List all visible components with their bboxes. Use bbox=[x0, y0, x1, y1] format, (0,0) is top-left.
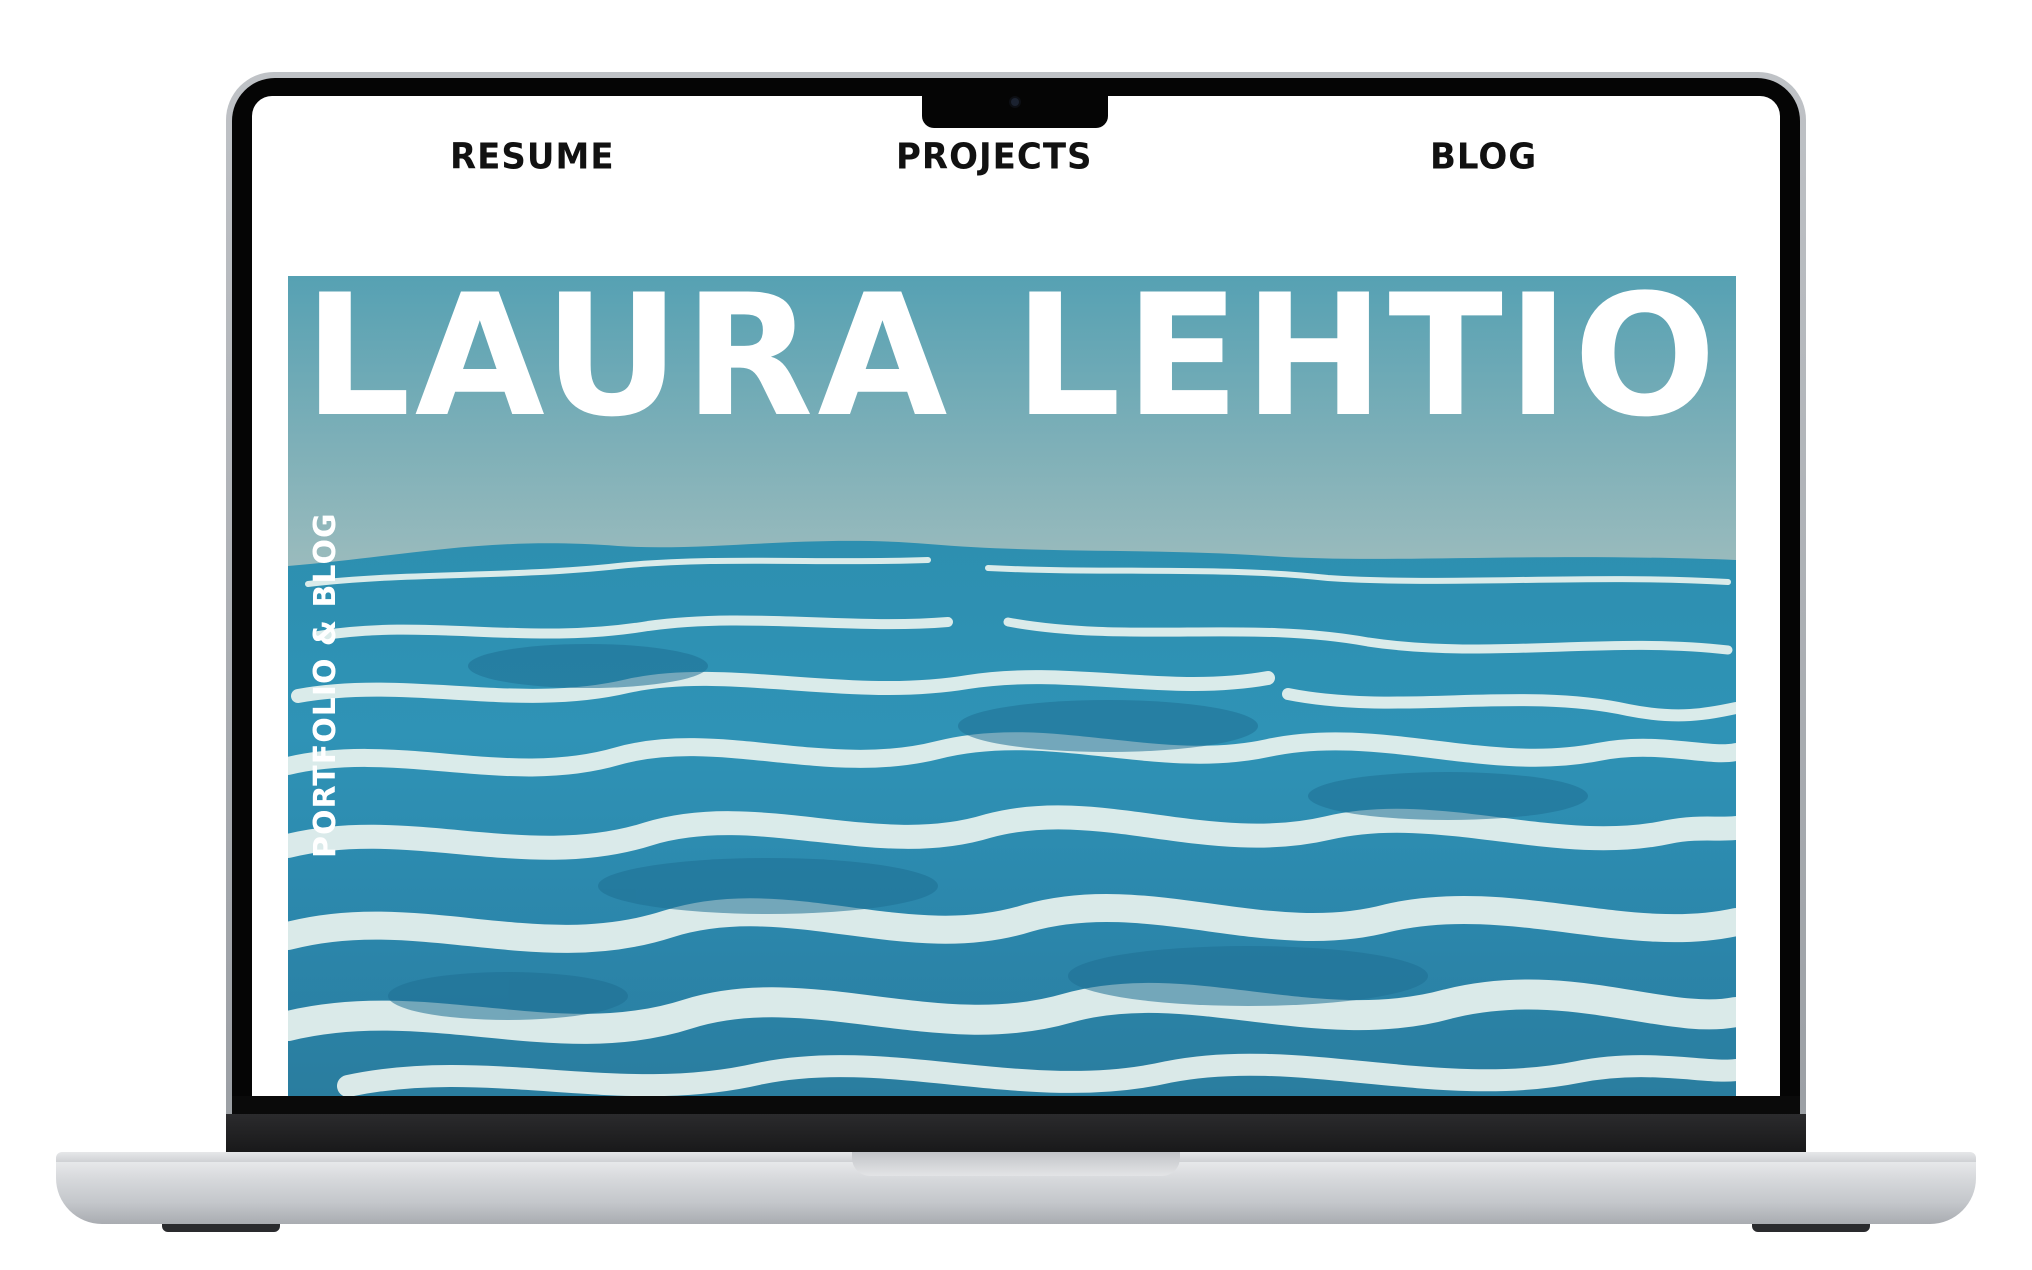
hero-title: LAURA LEHTIO bbox=[303, 276, 1721, 454]
camera-icon bbox=[1011, 98, 1019, 106]
laptop-foot-right bbox=[1752, 1224, 1870, 1232]
nav-link-blog[interactable]: BLOG bbox=[1430, 131, 1537, 184]
nav-link-projects[interactable]: PROJECTS bbox=[896, 131, 1093, 184]
hero-subtitle-vertical: PORTFOLIO & BLOG bbox=[308, 512, 343, 858]
ocean-waves-image bbox=[288, 540, 1736, 1096]
hero-banner: LAURA LEHTIO bbox=[288, 276, 1736, 1096]
laptop-thumb-notch bbox=[852, 1152, 1180, 1176]
laptop-foot-left bbox=[162, 1224, 280, 1232]
laptop-mockup-stage: RESUME PROJECTS BLOG LAURA LEHTIO PORTFO… bbox=[0, 0, 2032, 1270]
nav-link-resume[interactable]: RESUME bbox=[450, 131, 615, 184]
